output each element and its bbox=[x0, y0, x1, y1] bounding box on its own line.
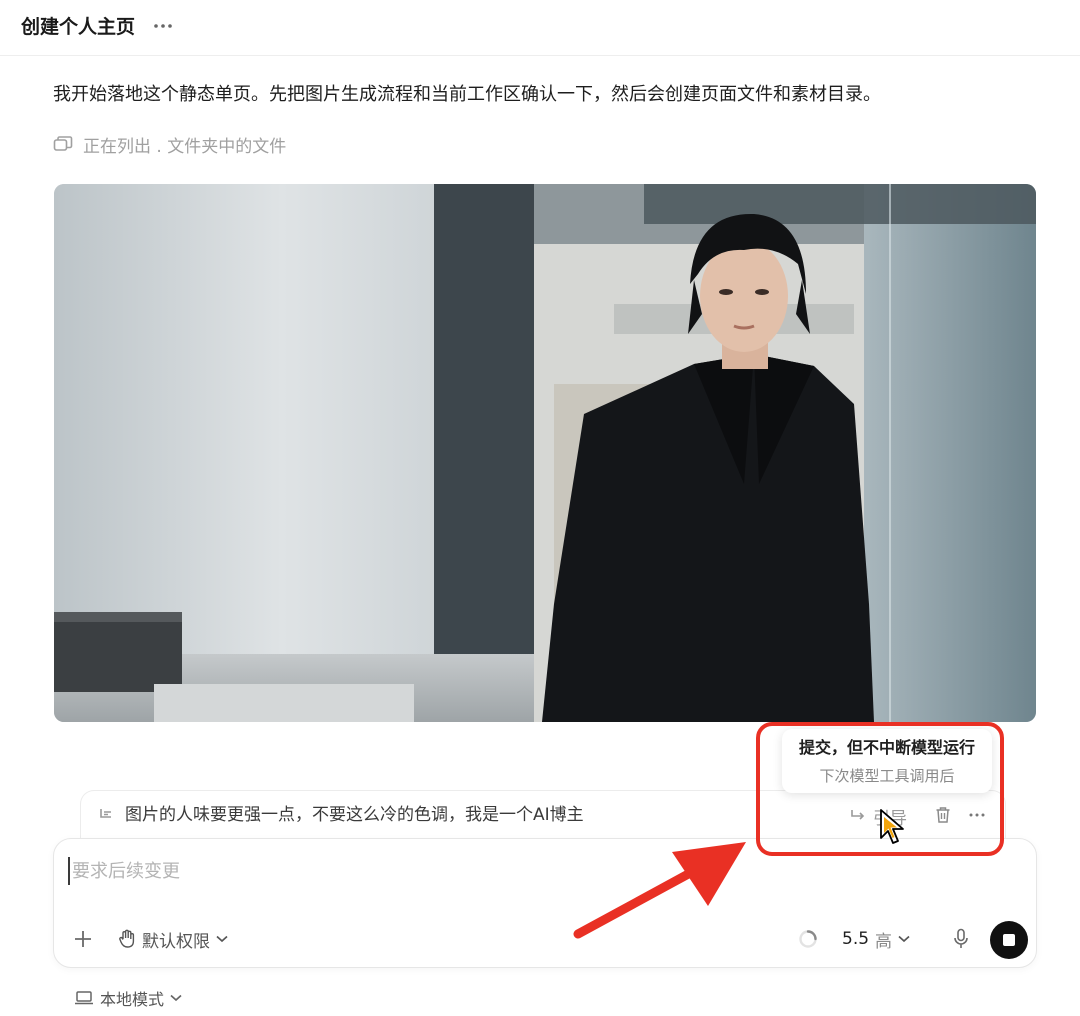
steer-label: 引导 bbox=[873, 808, 907, 829]
more-horizontal-icon bbox=[969, 813, 985, 817]
chevron-down-icon bbox=[216, 935, 228, 943]
redirect-arrow-icon bbox=[851, 810, 865, 820]
voice-input-button[interactable] bbox=[948, 926, 974, 952]
laptop-icon bbox=[75, 991, 93, 1005]
chevron-down-icon bbox=[898, 935, 910, 943]
mode-label: 本地模式 bbox=[100, 990, 165, 1009]
tooltip-title: 提交，但不中断模型运行 bbox=[798, 738, 975, 757]
add-attachment-button[interactable] bbox=[70, 926, 96, 952]
model-version: 5.5 bbox=[842, 929, 870, 949]
model-selector[interactable]: 5.5 高 bbox=[842, 926, 910, 952]
plus-icon bbox=[75, 931, 91, 947]
top-bar: 创建个人主页 bbox=[0, 0, 1080, 56]
generated-portrait-image bbox=[54, 184, 1036, 722]
title-more-button[interactable] bbox=[150, 12, 176, 40]
permission-label: 默认权限 bbox=[142, 931, 210, 952]
tooltip-subtitle: 下次模型工具调用后 bbox=[819, 767, 955, 785]
stop-generation-button[interactable] bbox=[990, 921, 1028, 959]
delete-queued-button[interactable] bbox=[931, 803, 955, 827]
chevron-down-icon bbox=[170, 994, 182, 1002]
queue-reply-icon bbox=[100, 809, 111, 818]
trash-icon bbox=[936, 807, 950, 823]
more-horizontal-icon bbox=[154, 24, 172, 28]
hand-icon bbox=[119, 929, 135, 948]
queued-message-text: 图片的人味要更强一点，不要这么冷的色调，我是一个AI博主 bbox=[125, 805, 584, 825]
loading-spinner-icon bbox=[799, 930, 817, 948]
queued-more-button[interactable] bbox=[965, 803, 989, 827]
microphone-icon bbox=[954, 928, 968, 948]
reasoning-level: 高 bbox=[875, 931, 893, 952]
assistant-message: 我开始落地这个静态单页。先把图片生成流程和当前工作区确认一下，然后会创建页面文件… bbox=[53, 84, 881, 105]
tool-status-text: 正在列出 . 文件夹中的文件 bbox=[83, 136, 287, 157]
steer-tooltip: 提交，但不中断模型运行 下次模型工具调用后 bbox=[782, 729, 992, 793]
local-mode-dropdown[interactable]: 本地模式 bbox=[74, 985, 182, 1011]
page-title: 创建个人主页 bbox=[21, 16, 136, 38]
tool-status: 正在列出 . 文件夹中的文件 bbox=[53, 132, 287, 157]
stop-icon bbox=[1003, 934, 1015, 946]
permission-dropdown[interactable]: 默认权限 bbox=[118, 926, 228, 952]
composer: 默认权限 5.5 高 bbox=[53, 838, 1037, 968]
queued-message-bar: 图片的人味要更强一点，不要这么冷的色调，我是一个AI博主 引导 bbox=[80, 790, 1006, 840]
folders-icon bbox=[53, 136, 73, 151]
steer-button[interactable]: 引导 bbox=[849, 803, 907, 829]
follow-up-input[interactable] bbox=[68, 857, 768, 885]
